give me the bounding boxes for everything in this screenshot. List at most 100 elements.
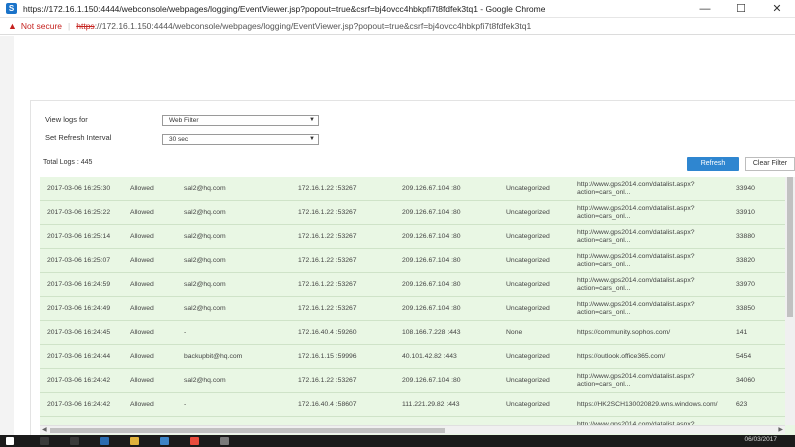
log-url: http://www.gps2014.com/datalist.aspx?act…	[577, 373, 695, 388]
log-source: 172.16.1.22 :53267	[298, 185, 357, 192]
log-user: sal2@hq.com	[184, 209, 226, 216]
clear-filter-button[interactable]: Clear Filter	[745, 157, 795, 171]
os-taskbar: 06/03/2017	[0, 435, 795, 447]
sophos-shield-icon: S	[6, 3, 17, 14]
log-destination: 111.221.29.82 :443	[402, 401, 460, 408]
log-url: https://outlook.office365.com/	[577, 353, 666, 360]
log-id: 33820	[736, 257, 755, 264]
address-separator: |	[68, 21, 71, 31]
table-row[interactable]: 2017-03-06 16:24:45 Allowed - 172.16.40.4 :…	[40, 321, 795, 345]
log-action: Allowed	[130, 209, 154, 216]
url-text: ://172.16.1.150:4444/webconsole/webpages…	[94, 21, 532, 31]
vertical-scrollbar[interactable]	[785, 177, 795, 425]
log-time: 2017-03-06 16:25:14	[47, 233, 111, 240]
task-view-icon[interactable]	[70, 437, 79, 445]
log-category: None	[506, 329, 523, 336]
log-time: 2017-03-06 16:24:42	[47, 377, 111, 384]
log-url: http://www.gps2014.com/datalist.aspx?act…	[577, 253, 695, 268]
log-source: 172.16.40.4 :58607	[298, 401, 357, 408]
view-logs-select[interactable]: Web Filter ▼	[162, 115, 319, 126]
log-action: Allowed	[130, 329, 154, 336]
scroll-right-arrow-icon[interactable]: ▶	[778, 426, 783, 433]
log-time: 2017-03-06 16:25:30	[47, 185, 111, 192]
log-destination: 209.126.67.104 :80	[402, 185, 461, 192]
log-url: http://www.gps2014.com/datalist.aspx?act…	[577, 277, 695, 292]
log-destination: 209.126.67.104 :80	[402, 257, 461, 264]
log-table: 2017-03-06 16:25:30 Allowed sal2@hq.com 172…	[40, 177, 795, 441]
table-row[interactable]: 2017-03-06 16:24:42 Allowed - 172.16.40.4 :…	[40, 393, 795, 417]
log-id: 33970	[736, 281, 755, 288]
horizontal-scrollbar[interactable]: ◀ ▶	[40, 425, 785, 434]
log-time: 2017-03-06 16:24:59	[47, 281, 111, 288]
close-button[interactable]: ✕	[759, 0, 795, 18]
log-id: 33850	[736, 305, 755, 312]
log-action: Allowed	[130, 281, 154, 288]
log-user: -	[184, 401, 187, 408]
log-id: 5454	[736, 353, 752, 360]
log-user: sal2@hq.com	[184, 305, 226, 312]
log-category: Uncategorized	[506, 305, 550, 312]
log-destination: 40.101.42.82 :443	[402, 353, 457, 360]
table-row[interactable]: 2017-03-06 16:24:42 Allowed sal2@hq.com 172…	[40, 369, 795, 393]
table-row[interactable]: 2017-03-06 16:25:30 Allowed sal2@hq.com 172…	[40, 177, 795, 201]
security-indicator[interactable]: Not secure	[21, 21, 62, 31]
view-logs-label: View logs for	[45, 115, 88, 124]
log-time: 2017-03-06 16:24:45	[47, 329, 111, 336]
log-destination: 108.166.7.228 :443	[402, 329, 461, 336]
log-source: 172.16.1.15 :59996	[298, 353, 357, 360]
log-id: 623	[736, 401, 748, 408]
edge-browser-icon[interactable]	[100, 437, 109, 445]
log-category: Uncategorized	[506, 353, 550, 360]
log-user: sal2@hq.com	[184, 233, 226, 240]
url-scheme: https	[76, 21, 95, 31]
table-row[interactable]: 2017-03-06 16:24:44 Allowed backupbit@hq.c…	[40, 345, 795, 369]
scroll-left-arrow-icon[interactable]: ◀	[42, 426, 47, 433]
log-source: 172.16.1.22 :53267	[298, 281, 357, 288]
window-controls: — ☐ ✕	[687, 0, 795, 18]
log-url: http://www.gps2014.com/datalist.aspx?act…	[577, 181, 695, 196]
table-row[interactable]: 2017-03-06 16:25:22 Allowed sal2@hq.com 172…	[40, 201, 795, 225]
log-url: http://www.gps2014.com/datalist.aspx?act…	[577, 205, 695, 220]
refresh-interval-value: 30 sec	[169, 136, 189, 143]
store-icon[interactable]	[160, 437, 169, 445]
view-logs-value: Web Filter	[169, 117, 199, 124]
address-bar[interactable]: ▲ Not secure | https ://172.16.1.150:444…	[0, 18, 795, 35]
chrome-icon[interactable]	[190, 437, 199, 445]
maximize-button[interactable]: ☐	[723, 0, 759, 18]
search-icon[interactable]	[40, 437, 49, 445]
table-row[interactable]: 2017-03-06 16:25:07 Allowed sal2@hq.com 172…	[40, 249, 795, 273]
log-category: Uncategorized	[506, 233, 550, 240]
log-user: sal2@hq.com	[184, 377, 226, 384]
log-id: 33910	[736, 209, 755, 216]
log-destination: 209.126.67.104 :80	[402, 305, 461, 312]
file-explorer-icon[interactable]	[130, 437, 139, 445]
log-source: 172.16.1.22 :53267	[298, 257, 357, 264]
table-row[interactable]: 2017-03-06 16:25:14 Allowed sal2@hq.com 172…	[40, 225, 795, 249]
log-action: Allowed	[130, 401, 154, 408]
browser-title-bar: S https://172.16.1.150:4444/webconsole/w…	[0, 0, 795, 18]
horizontal-scroll-thumb[interactable]	[50, 428, 445, 433]
page-left-strip	[0, 36, 14, 436]
warning-icon: ▲	[8, 21, 17, 31]
log-source: 172.16.1.22 :53267	[298, 305, 357, 312]
log-user: sal2@hq.com	[184, 257, 226, 264]
vertical-scroll-thumb[interactable]	[787, 177, 793, 317]
refresh-interval-label: Set Refresh Interval	[45, 133, 112, 142]
log-id: 34060	[736, 377, 755, 384]
log-user: backupbit@hq.com	[184, 353, 243, 360]
taskbar-date: 06/03/2017	[744, 436, 777, 443]
windows-start-icon[interactable]	[6, 437, 14, 445]
table-row[interactable]: 2017-03-06 16:24:59 Allowed sal2@hq.com 172…	[40, 273, 795, 297]
log-time: 2017-03-06 16:25:22	[47, 209, 111, 216]
minimize-button[interactable]: —	[687, 0, 723, 18]
log-user: sal2@hq.com	[184, 185, 226, 192]
log-action: Allowed	[130, 257, 154, 264]
app-icon[interactable]	[220, 437, 229, 445]
log-time: 2017-03-06 16:24:44	[47, 353, 111, 360]
log-id: 141	[736, 329, 748, 336]
refresh-interval-select[interactable]: 30 sec ▼	[162, 134, 319, 145]
log-category: Uncategorized	[506, 209, 550, 216]
log-url: https://HK2SCH130020829.wns.windows.com/	[577, 401, 718, 408]
refresh-button[interactable]: Refresh	[687, 157, 739, 171]
table-row[interactable]: 2017-03-06 16:24:49 Allowed sal2@hq.com 172…	[40, 297, 795, 321]
